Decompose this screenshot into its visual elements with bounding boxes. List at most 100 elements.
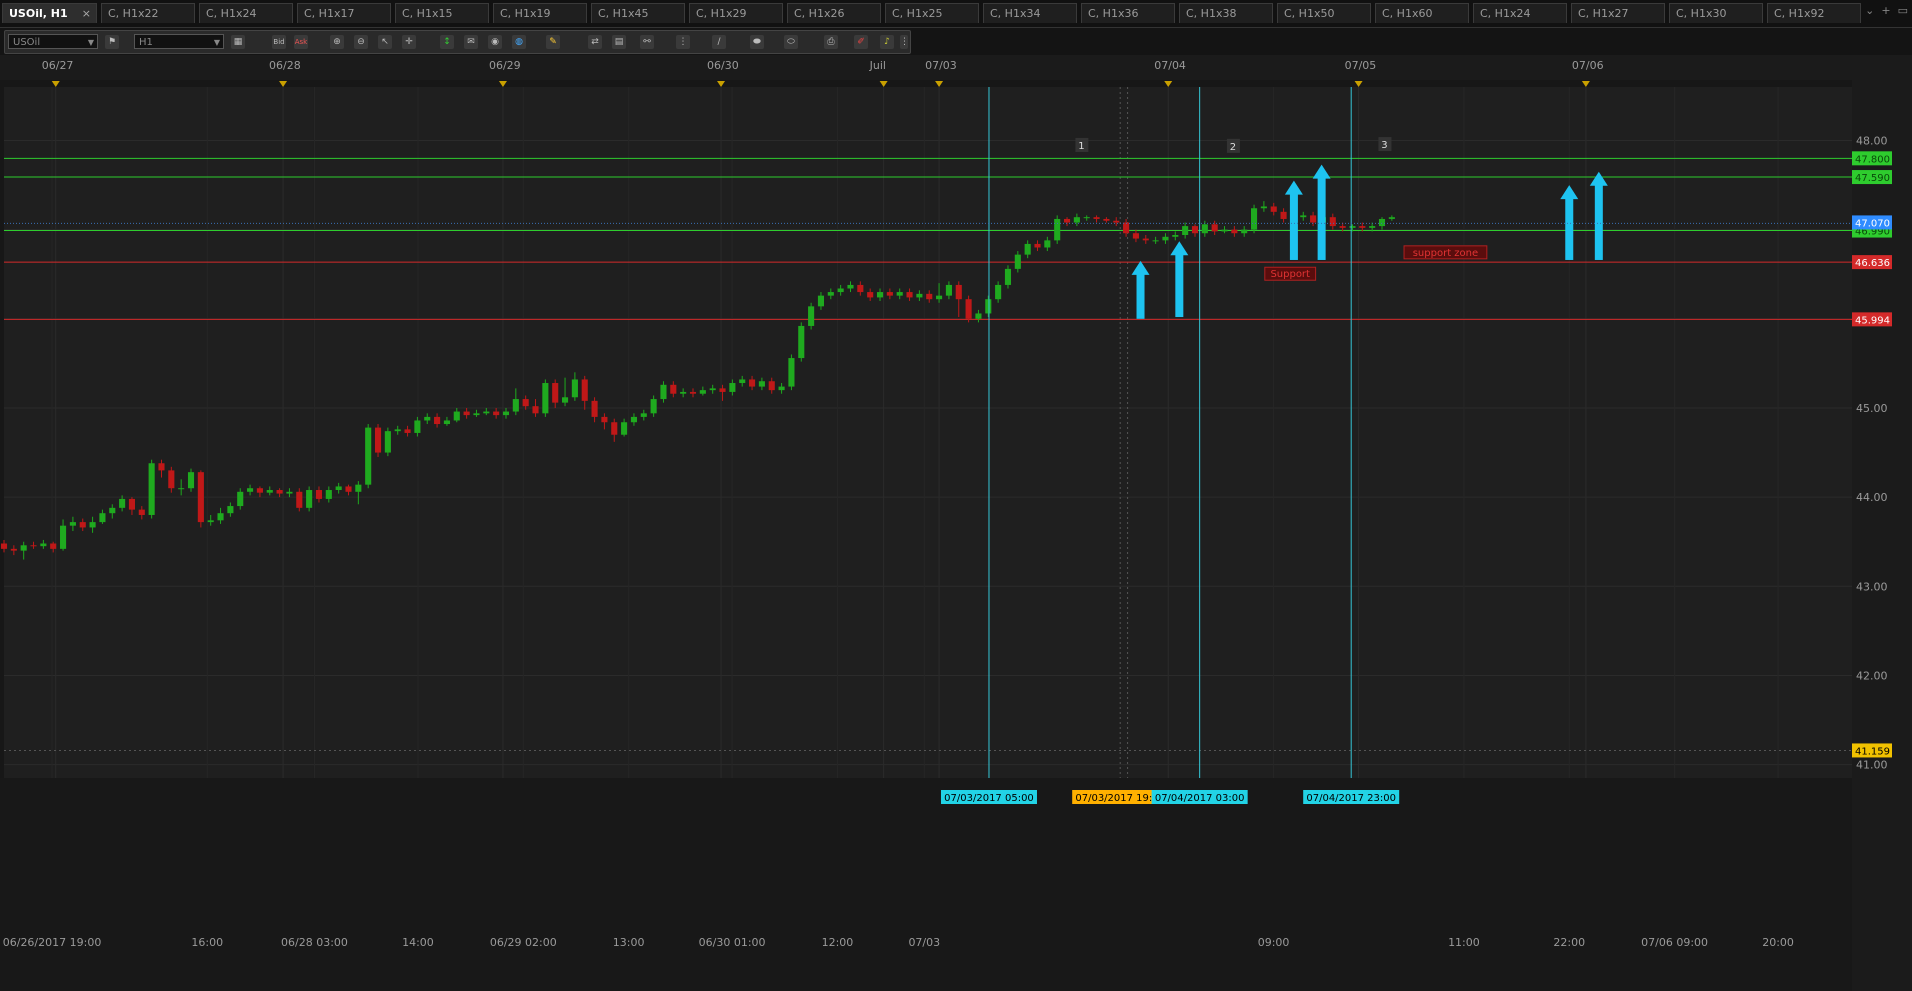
candle-body[interactable] xyxy=(89,522,96,528)
candle-body[interactable] xyxy=(178,488,185,490)
candle-body[interactable] xyxy=(187,472,195,489)
candle-body[interactable] xyxy=(847,284,854,289)
candle-body[interactable] xyxy=(670,384,677,394)
candle-body[interactable] xyxy=(424,416,431,421)
tab-17[interactable]: C, H1x30 xyxy=(1669,3,1763,23)
candle-body[interactable] xyxy=(768,381,775,391)
candle-body[interactable] xyxy=(1250,208,1258,230)
candle-body[interactable] xyxy=(1044,240,1051,248)
tab-10[interactable]: C, H1x34 xyxy=(983,3,1077,23)
candle-body[interactable] xyxy=(522,399,529,407)
symbol-select[interactable]: USOil ▼ xyxy=(8,34,98,49)
candle-body[interactable] xyxy=(119,498,126,508)
candle-body[interactable] xyxy=(1123,222,1130,234)
candle-body[interactable] xyxy=(1004,268,1012,285)
candle-body[interactable] xyxy=(247,488,254,492)
tab-11[interactable]: C, H1x36 xyxy=(1081,3,1175,23)
sound-icon[interactable]: ♪ xyxy=(880,35,894,49)
new-tab-icon[interactable]: + xyxy=(1881,4,1890,17)
candle-body[interactable] xyxy=(1014,254,1021,269)
candle-body[interactable] xyxy=(335,486,342,491)
candle-body[interactable] xyxy=(99,513,106,523)
candle-body[interactable] xyxy=(60,525,67,549)
candle-body[interactable] xyxy=(384,431,391,453)
candle-body[interactable] xyxy=(434,416,441,425)
price-chart[interactable]: 48.0047.0046.0045.0044.0043.0042.0041.00… xyxy=(0,55,1912,991)
candle-body[interactable] xyxy=(325,490,332,499)
tab-18[interactable]: C, H1x92 xyxy=(1767,3,1861,23)
candle-body[interactable] xyxy=(1241,229,1248,234)
candle-body[interactable] xyxy=(1310,215,1317,223)
zoom-out-icon[interactable]: ⊖ xyxy=(354,35,368,49)
candle-body[interactable] xyxy=(1329,217,1336,227)
candle-body[interactable] xyxy=(463,411,470,416)
candle-body[interactable] xyxy=(453,411,460,421)
candle-body[interactable] xyxy=(1300,215,1307,218)
tab-6[interactable]: C, H1x45 xyxy=(591,3,685,23)
candle-body[interactable] xyxy=(916,293,923,298)
close-icon[interactable]: × xyxy=(82,4,91,23)
candle-body[interactable] xyxy=(1231,229,1238,234)
candle-body[interactable] xyxy=(306,490,313,508)
candle-body[interactable] xyxy=(660,384,667,400)
candle-body[interactable] xyxy=(729,383,736,392)
candle-body[interactable] xyxy=(158,463,165,471)
candle-body[interactable] xyxy=(1063,218,1071,223)
candle-body[interactable] xyxy=(109,507,116,514)
pencil-icon[interactable]: ✎ xyxy=(546,35,560,49)
candle-body[interactable] xyxy=(20,545,27,551)
candle-body[interactable] xyxy=(394,429,401,432)
candle-body[interactable] xyxy=(483,411,490,414)
timeframe-select[interactable]: H1 ▼ xyxy=(134,34,224,49)
tab-7[interactable]: C, H1x29 xyxy=(689,3,783,23)
candle-body[interactable] xyxy=(689,391,697,394)
candle-body[interactable] xyxy=(286,491,293,494)
toolbar-overflow-icon[interactable]: ⋮ xyxy=(900,35,909,49)
zoom-in-icon[interactable]: ⊕ xyxy=(330,35,344,49)
candle-body[interactable] xyxy=(502,411,510,416)
candle-body[interactable] xyxy=(827,292,834,296)
shape-tool-icon[interactable]: ⬬ xyxy=(750,35,764,49)
candle-body[interactable] xyxy=(1280,211,1287,219)
ask-button[interactable]: Ask xyxy=(294,35,308,49)
text-tool-icon[interactable]: ⬭ xyxy=(784,35,798,49)
candle-body[interactable] xyxy=(148,463,155,515)
candle-body[interactable] xyxy=(837,288,844,293)
eraser-icon[interactable]: ✐ xyxy=(854,35,868,49)
candle-body[interactable] xyxy=(1388,217,1395,219)
candle-body[interactable] xyxy=(1211,224,1218,232)
candle-body[interactable] xyxy=(296,491,303,508)
flag-icon[interactable]: ⚑ xyxy=(105,35,119,49)
candle-body[interactable] xyxy=(975,313,982,319)
maximize-icon[interactable]: ▭ xyxy=(1898,4,1908,17)
indicator-icon[interactable]: ⇄ xyxy=(588,35,602,49)
layout-icon[interactable]: ▤ xyxy=(612,35,626,49)
bid-button[interactable]: Bid xyxy=(272,35,286,49)
message-icon[interactable]: ✉ xyxy=(464,35,478,49)
candle-body[interactable] xyxy=(0,543,8,549)
line-tool-icon[interactable]: ∕ xyxy=(712,35,726,49)
candle-body[interactable] xyxy=(561,397,569,403)
crosshair-icon[interactable]: ✛ xyxy=(402,35,416,49)
tab-5[interactable]: C, H1x19 xyxy=(493,3,587,23)
candle-body[interactable] xyxy=(1172,235,1179,237)
candle-body[interactable] xyxy=(237,491,244,507)
candle-body[interactable] xyxy=(473,413,480,416)
eye-icon[interactable]: ◉ xyxy=(488,35,502,49)
candle-body[interactable] xyxy=(758,381,765,387)
candle-body[interactable] xyxy=(621,422,628,435)
candle-body[interactable] xyxy=(1359,226,1366,228)
candle-body[interactable] xyxy=(749,379,756,387)
candle-body[interactable] xyxy=(493,411,500,416)
tab-14[interactable]: C, H1x60 xyxy=(1375,3,1469,23)
candle-body[interactable] xyxy=(886,292,893,296)
candle-body[interactable] xyxy=(808,306,815,326)
candle-body[interactable] xyxy=(1103,218,1110,221)
candle-body[interactable] xyxy=(315,490,323,499)
candle-body[interactable] xyxy=(778,386,785,391)
candle-body[interactable] xyxy=(571,379,578,398)
tab-16[interactable]: C, H1x27 xyxy=(1571,3,1665,23)
tab-9[interactable]: C, H1x25 xyxy=(885,3,979,23)
tab-0[interactable]: USOil, H1 × xyxy=(2,3,97,23)
candle-body[interactable] xyxy=(50,543,57,549)
